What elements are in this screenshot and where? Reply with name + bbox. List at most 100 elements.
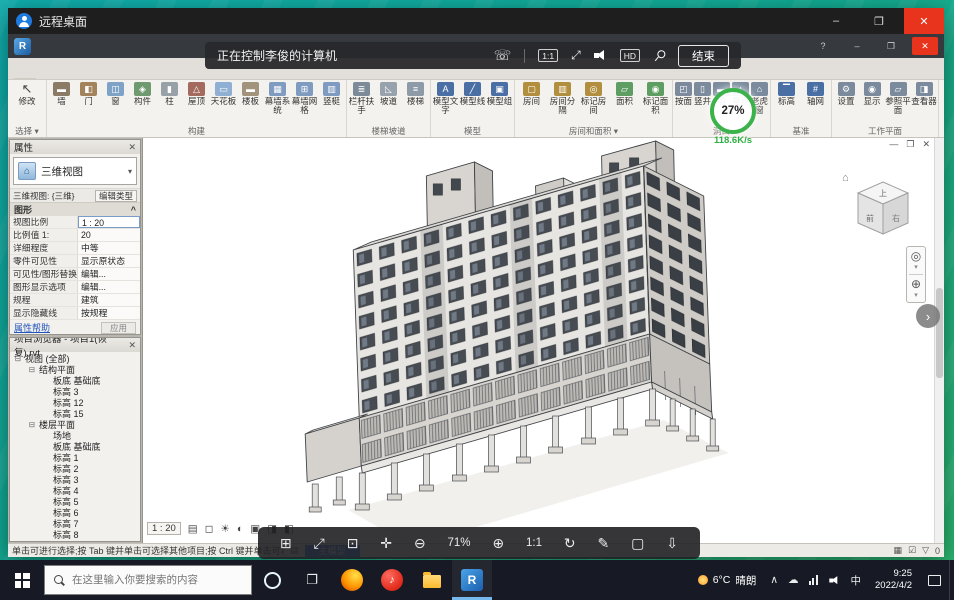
cortana-button[interactable] bbox=[252, 560, 292, 600]
ribbon-button[interactable]: ▣ 模型组 bbox=[486, 80, 513, 115]
property-value[interactable]: 按规程 bbox=[78, 307, 140, 319]
scale-control[interactable]: 1 : 20 bbox=[147, 522, 181, 535]
task-view-button[interactable]: ❐ bbox=[292, 560, 332, 600]
ribbon-button[interactable]: ⚙ 设置 bbox=[833, 80, 859, 115]
ribbon-button[interactable]: ▔ 标高 bbox=[772, 80, 801, 115]
visual-style-icon[interactable]: ◻ bbox=[205, 523, 214, 535]
speaker-icon[interactable] bbox=[594, 50, 607, 61]
ribbon-button[interactable]: ◉ 标记面积 bbox=[640, 80, 671, 115]
search-input[interactable] bbox=[72, 574, 242, 586]
ribbon-button[interactable]: △ 屋顶 bbox=[183, 80, 210, 115]
section-graphics[interactable]: 图形 ^ bbox=[10, 203, 140, 216]
scrollbar-thumb[interactable] bbox=[936, 288, 943, 378]
ribbon-button[interactable]: ◺ 坡道 bbox=[375, 80, 402, 115]
editable-only-icon[interactable]: ☑ bbox=[908, 545, 916, 556]
project-browser-header[interactable]: 项目浏览器 - 项目1(恢复).rvt ✕ bbox=[10, 338, 140, 352]
network-icon[interactable] bbox=[809, 575, 818, 585]
fit-window-icon[interactable]: ✛ bbox=[380, 535, 392, 552]
revit-close-button[interactable]: ✕ bbox=[912, 37, 938, 55]
drawing-area[interactable]: — ❐ ✕ ⌂ 上 前 右 bbox=[142, 138, 944, 543]
view-cube[interactable]: ⌂ 上 前 右 bbox=[846, 174, 920, 240]
zoom-in-icon[interactable]: ⊕ bbox=[492, 535, 504, 552]
ribbon-button[interactable]: ▮ 柱 bbox=[156, 80, 183, 115]
collapse-icon[interactable]: ^ bbox=[131, 205, 136, 215]
ribbon-button[interactable]: ▥ 竖梃 bbox=[318, 80, 345, 115]
ribbon-button[interactable]: ◨ 查看器 bbox=[911, 80, 937, 115]
ribbon-button[interactable]: ◫ 窗 bbox=[102, 80, 129, 115]
pin-icon[interactable] bbox=[650, 47, 668, 65]
ribbon-button[interactable]: ◎ 标记房间 bbox=[578, 80, 609, 115]
zoom-icon[interactable]: ⊕ bbox=[911, 278, 921, 290]
property-value[interactable]: 编辑... bbox=[78, 268, 140, 280]
ribbon-button[interactable]: ▢ 房间 bbox=[516, 80, 547, 115]
annotate-icon[interactable]: ✎ bbox=[598, 535, 610, 552]
ribbon-button[interactable]: ◧ 门 bbox=[75, 80, 102, 115]
worksets-icon[interactable]: ▦ bbox=[893, 545, 902, 556]
properties-help-link[interactable]: 属性帮助 bbox=[14, 321, 50, 334]
taskbar-search[interactable] bbox=[44, 565, 252, 595]
ime-indicator[interactable]: 中 bbox=[851, 573, 862, 588]
ribbon-button[interactable]: ◈ 构件 bbox=[129, 80, 156, 115]
action-center-icon[interactable] bbox=[928, 575, 941, 586]
ribbon-button[interactable]: # 轴网 bbox=[801, 80, 830, 115]
ribbon-button[interactable]: ◉ 显示 bbox=[859, 80, 885, 115]
ribbon-button[interactable]: ▭ 天花板 bbox=[210, 80, 237, 115]
edit-type-button[interactable]: 编辑类型 bbox=[95, 190, 137, 202]
ribbon-button[interactable]: ≣ 栏杆扶手 bbox=[348, 80, 375, 115]
view-restore-icon[interactable]: ❐ bbox=[906, 139, 914, 150]
firefox-button[interactable] bbox=[332, 560, 372, 600]
fullscreen-icon[interactable]: ⤢ bbox=[314, 535, 325, 552]
close-icon[interactable]: ✕ bbox=[128, 340, 136, 351]
hd-quality-button[interactable]: HD bbox=[620, 49, 640, 62]
instance-selector[interactable]: 三维视图: {三维} bbox=[13, 190, 92, 202]
view-minimize-icon[interactable]: — bbox=[889, 139, 898, 150]
weather-widget[interactable]: 6°C 晴朗 bbox=[690, 573, 765, 588]
ribbon-button[interactable]: ▥ 房间分隔 bbox=[547, 80, 578, 115]
properties-header[interactable]: 属性 ✕ bbox=[10, 140, 140, 154]
home-icon[interactable]: ⌂ bbox=[842, 172, 849, 184]
show-desktop-button[interactable] bbox=[949, 560, 954, 600]
tray-expand-icon[interactable]: ∧ bbox=[770, 574, 778, 586]
voice-call-icon[interactable]: ☏ bbox=[494, 47, 512, 64]
ribbon-button[interactable]: A 模型文字 bbox=[432, 80, 459, 115]
detail-level-icon[interactable]: ▤ bbox=[188, 523, 198, 535]
ribbon-button[interactable]: ▱ 参照平面 bbox=[885, 80, 911, 115]
chevron-down-icon[interactable]: ▾ bbox=[914, 264, 918, 271]
property-value[interactable]: 中等 bbox=[78, 242, 140, 254]
revit-minimize-button[interactable]: – bbox=[844, 37, 870, 55]
music-app-button[interactable]: ♪ bbox=[372, 560, 412, 600]
help-icon[interactable]: ? bbox=[810, 37, 836, 55]
close-button[interactable]: ✕ bbox=[904, 8, 944, 34]
ribbon-button[interactable]: ◰ 按面 bbox=[674, 80, 693, 115]
crop-icon[interactable]: ▢ bbox=[631, 535, 644, 552]
end-control-button[interactable]: 结束 bbox=[678, 45, 729, 67]
property-value[interactable]: 建筑 bbox=[78, 294, 140, 306]
modify-button[interactable]: ↖ 修改 bbox=[9, 80, 45, 115]
steering-wheel-icon[interactable]: ◎ bbox=[911, 250, 921, 262]
expander-icon[interactable]: ⊟ bbox=[28, 365, 36, 374]
actual-size-button[interactable]: 1:1 bbox=[526, 537, 542, 549]
tree-item[interactable]: ⊟ 楼层平面 bbox=[10, 419, 140, 430]
property-value[interactable]: 1 : 20 bbox=[78, 216, 140, 228]
chevron-down-icon[interactable]: ▾ bbox=[128, 167, 132, 176]
shadows-icon[interactable]: ◐ bbox=[237, 523, 243, 535]
rotate-icon[interactable]: ↻ bbox=[564, 535, 576, 552]
ribbon-button[interactable]: ▱ 面积 bbox=[609, 80, 640, 115]
volume-icon[interactable] bbox=[829, 576, 839, 585]
ribbon-button[interactable]: ╱ 模型线 bbox=[459, 80, 486, 115]
screenshot-icon[interactable]: ⊡ bbox=[347, 535, 359, 552]
close-icon[interactable]: ✕ bbox=[128, 142, 136, 153]
ribbon-button[interactable]: ⊞ 幕墙网格 bbox=[291, 80, 318, 115]
building-model-3d[interactable] bbox=[143, 138, 944, 543]
remote-window-titlebar[interactable]: 远程桌面 – ❐ ✕ bbox=[8, 8, 944, 34]
file-explorer-button[interactable] bbox=[412, 560, 452, 600]
property-value[interactable]: 显示原状态 bbox=[78, 255, 140, 267]
download-icon[interactable]: ⇩ bbox=[666, 535, 678, 552]
sun-path-icon[interactable]: ☀ bbox=[220, 523, 229, 535]
tree-item[interactable]: 标高 8 bbox=[10, 529, 140, 540]
expand-panel-button[interactable]: › bbox=[916, 304, 940, 328]
vertical-scrollbar[interactable] bbox=[934, 138, 944, 543]
start-button[interactable] bbox=[0, 560, 44, 600]
apply-button[interactable]: 应用 bbox=[101, 322, 136, 334]
type-selector[interactable]: ⌂ 三维视图 ▾ bbox=[13, 157, 137, 185]
